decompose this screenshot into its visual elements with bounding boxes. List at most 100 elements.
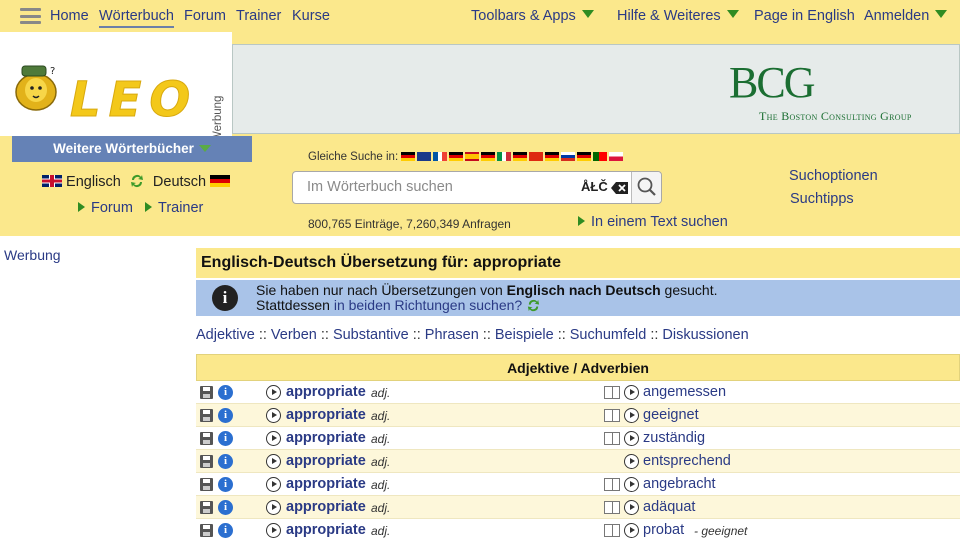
cat-verben[interactable]: Verben bbox=[271, 327, 317, 343]
flag-icon[interactable] bbox=[465, 152, 480, 161]
de-word[interactable]: geeignet bbox=[643, 407, 699, 423]
search-options-link[interactable]: Suchoptionen bbox=[789, 168, 878, 184]
forum-link[interactable]: Forum bbox=[91, 200, 133, 216]
en-word[interactable]: appropriate bbox=[286, 522, 366, 538]
info-icon[interactable]: i bbox=[218, 500, 233, 515]
dropdown-arrow-icon bbox=[581, 10, 594, 18]
flag-icon[interactable] bbox=[529, 152, 544, 161]
search-tips-link[interactable]: Suchtipps bbox=[790, 191, 854, 207]
info-icon[interactable]: i bbox=[218, 431, 233, 446]
nav-anmelden[interactable]: Anmelden bbox=[864, 8, 948, 24]
nav-hilfe[interactable]: Hilfe & Weiteres bbox=[617, 8, 739, 24]
lang-to[interactable]: Deutsch bbox=[153, 174, 206, 190]
cat-substantive[interactable]: Substantive bbox=[333, 327, 409, 343]
search-input[interactable] bbox=[307, 179, 577, 195]
flag-icon[interactable] bbox=[513, 152, 528, 161]
save-vocab-icon[interactable] bbox=[200, 432, 213, 445]
trainer-link[interactable]: Trainer bbox=[158, 200, 203, 216]
play-audio-icon[interactable] bbox=[624, 431, 639, 446]
both-directions-link[interactable]: in beiden Richtungen suchen? bbox=[334, 297, 522, 313]
nav-toolbars-label: Toolbars & Apps bbox=[471, 8, 576, 24]
de-word[interactable]: angebracht bbox=[643, 476, 716, 492]
info-icon[interactable]: i bbox=[218, 454, 233, 469]
play-audio-icon[interactable] bbox=[624, 523, 639, 538]
book-icon[interactable] bbox=[604, 432, 620, 445]
info-icon[interactable]: i bbox=[218, 408, 233, 423]
logo[interactable]: ? LEO Werbung bbox=[0, 32, 232, 142]
nav-page-english[interactable]: Page in English bbox=[754, 8, 855, 24]
save-vocab-icon[interactable] bbox=[200, 524, 213, 537]
book-icon[interactable] bbox=[604, 386, 620, 399]
book-icon[interactable] bbox=[604, 409, 620, 422]
nav-woerterbuch[interactable]: Wörterbuch bbox=[99, 8, 174, 28]
flag-icon[interactable] bbox=[545, 152, 560, 161]
play-audio-icon[interactable] bbox=[266, 477, 281, 492]
de-word[interactable]: probat bbox=[643, 522, 684, 538]
cat-adjektive[interactable]: Adjektive bbox=[196, 327, 255, 343]
save-vocab-icon[interactable] bbox=[200, 455, 213, 468]
flag-icon[interactable] bbox=[561, 152, 576, 161]
special-chars-button[interactable]: ÅŁČ bbox=[581, 179, 608, 194]
save-vocab-icon[interactable] bbox=[200, 409, 213, 422]
book-icon[interactable] bbox=[604, 501, 620, 514]
book-icon[interactable] bbox=[604, 478, 620, 491]
search-button[interactable] bbox=[631, 172, 661, 203]
de-word[interactable]: adäquat bbox=[643, 499, 695, 515]
de-word[interactable]: zuständig bbox=[643, 430, 705, 446]
bcg-subtitle: The Boston Consulting Group bbox=[759, 109, 912, 123]
en-word[interactable]: appropriate bbox=[286, 407, 366, 423]
nav-trainer[interactable]: Trainer bbox=[236, 8, 281, 24]
save-vocab-icon[interactable] bbox=[200, 501, 213, 514]
info-icon[interactable]: i bbox=[218, 477, 233, 492]
flag-icon[interactable] bbox=[609, 152, 624, 161]
nav-forum[interactable]: Forum bbox=[184, 8, 226, 24]
text-search-link[interactable]: In einem Text suchen bbox=[578, 214, 728, 230]
menu-icon[interactable] bbox=[20, 8, 41, 24]
en-word[interactable]: appropriate bbox=[286, 453, 366, 469]
play-audio-icon[interactable] bbox=[266, 454, 281, 469]
weitere-woerterbuecher-button[interactable]: Weitere Wörterbücher bbox=[12, 136, 252, 162]
nav-kurse[interactable]: Kurse bbox=[292, 8, 330, 24]
nav-toolbars-apps[interactable]: Toolbars & Apps bbox=[471, 8, 594, 24]
cat-beispiele[interactable]: Beispiele bbox=[495, 327, 554, 343]
cat-suchumfeld[interactable]: Suchumfeld bbox=[570, 327, 647, 343]
en-word[interactable]: appropriate bbox=[286, 476, 366, 492]
play-audio-icon[interactable] bbox=[266, 500, 281, 515]
save-vocab-icon[interactable] bbox=[200, 478, 213, 491]
ad-banner[interactable]: BCG The Boston Consulting Group bbox=[232, 44, 960, 134]
de-word[interactable]: angemessen bbox=[643, 384, 726, 400]
flag-icon[interactable] bbox=[497, 152, 512, 161]
swap-direction-icon[interactable] bbox=[526, 298, 541, 313]
de-word[interactable]: entsprechend bbox=[643, 453, 731, 469]
swap-direction-icon[interactable] bbox=[129, 173, 145, 189]
flag-icon[interactable] bbox=[433, 152, 448, 161]
flag-icon[interactable] bbox=[577, 152, 592, 161]
flag-icon[interactable] bbox=[449, 152, 464, 161]
play-audio-icon[interactable] bbox=[266, 523, 281, 538]
play-audio-icon[interactable] bbox=[624, 477, 639, 492]
en-word[interactable]: appropriate bbox=[286, 499, 366, 515]
info-icon[interactable]: i bbox=[218, 523, 233, 538]
play-audio-icon[interactable] bbox=[624, 408, 639, 423]
play-audio-icon[interactable] bbox=[624, 454, 639, 469]
flag-icon[interactable] bbox=[593, 152, 608, 161]
play-audio-icon[interactable] bbox=[624, 385, 639, 400]
info-icon[interactable]: i bbox=[218, 385, 233, 400]
cat-phrasen[interactable]: Phrasen bbox=[425, 327, 479, 343]
flag-icon[interactable] bbox=[481, 152, 496, 161]
play-audio-icon[interactable] bbox=[266, 385, 281, 400]
en-word[interactable]: appropriate bbox=[286, 384, 366, 400]
save-vocab-icon[interactable] bbox=[200, 386, 213, 399]
play-audio-icon[interactable] bbox=[266, 431, 281, 446]
play-audio-icon[interactable] bbox=[624, 500, 639, 515]
lang-from[interactable]: Englisch bbox=[66, 174, 121, 190]
play-audio-icon[interactable] bbox=[266, 408, 281, 423]
nav-home[interactable]: Home bbox=[50, 8, 89, 24]
cat-diskussionen[interactable]: Diskussionen bbox=[662, 327, 748, 343]
en-word[interactable]: appropriate bbox=[286, 430, 366, 446]
arrow-right-icon bbox=[145, 202, 152, 212]
book-icon[interactable] bbox=[604, 524, 620, 537]
flag-icon[interactable] bbox=[401, 152, 416, 161]
flag-icon[interactable] bbox=[417, 152, 432, 161]
clear-icon[interactable] bbox=[611, 181, 629, 195]
